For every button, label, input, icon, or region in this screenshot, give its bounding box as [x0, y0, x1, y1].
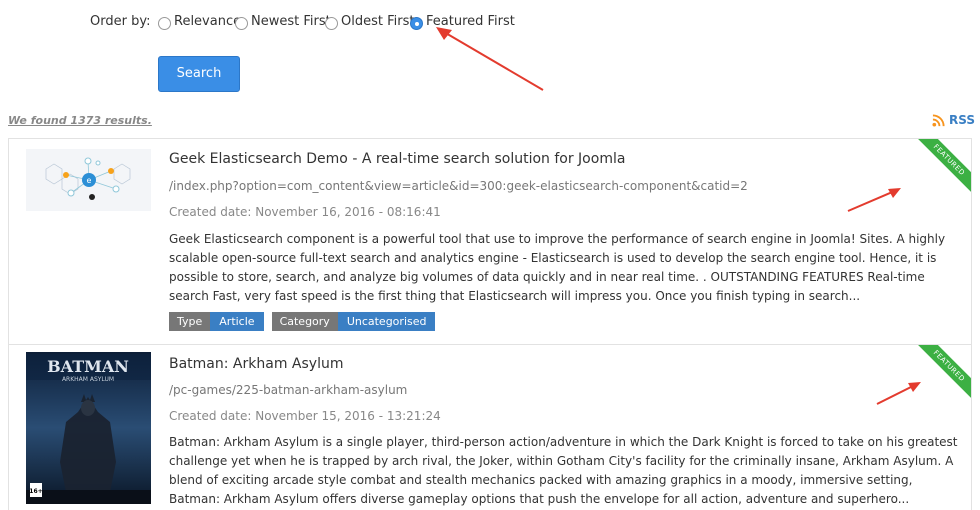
radio-relevance-label: Relevance: [174, 13, 242, 29]
tag-category-value: Uncategorised: [337, 312, 436, 331]
result-created-date: Created date: November 16, 2016 - 08:16:…: [169, 205, 441, 219]
tag-type-key: Type: [169, 312, 211, 331]
result-url: /pc-games/225-batman-arkham-asylum: [169, 383, 408, 397]
elasticsearch-diagram-icon: e: [26, 149, 151, 211]
results-list: e Geek Elasticsearch Demo - A real-time …: [8, 138, 972, 510]
radio-oldest[interactable]: Oldest First: [325, 12, 414, 30]
results-count: We found 1373 results.: [8, 114, 152, 127]
tag-type-value: Article: [210, 312, 264, 331]
tag-category[interactable]: Category Uncategorised: [271, 312, 436, 331]
result-item: BATMAN ARKHAM ASYLUM 16+ Batman: Arkham …: [8, 345, 972, 510]
result-thumbnail-batman[interactable]: BATMAN ARKHAM ASYLUM 16+: [26, 352, 151, 504]
annotation-arrow-featured-option: [436, 27, 544, 91]
radio-featured-circle[interactable]: [410, 17, 423, 30]
rss-icon: [932, 113, 945, 127]
radio-newest-label: Newest First: [251, 13, 331, 29]
result-item: e Geek Elasticsearch Demo - A real-time …: [8, 139, 972, 345]
cover-subtitle-text: ARKHAM ASYLUM: [62, 376, 114, 383]
result-description: Batman: Arkham Asylum is a single player…: [169, 435, 958, 506]
order-by-label: Order by:: [90, 14, 151, 29]
result-url: /index.php?option=com_content&view=artic…: [169, 179, 748, 193]
rss-label: RSS: [949, 113, 975, 127]
svg-text:e: e: [87, 176, 92, 185]
rss-link[interactable]: RSS: [932, 113, 975, 127]
cover-title-text: BATMAN: [47, 357, 129, 376]
radio-newest-circle[interactable]: [235, 17, 248, 30]
result-created-date: Created date: November 15, 2016 - 13:21:…: [169, 409, 441, 423]
featured-badge: FEATURED: [911, 139, 971, 199]
result-title[interactable]: Batman: Arkham Asylum: [169, 356, 343, 372]
annotation-arrow-featured-2: [876, 382, 921, 405]
result-tags: Type Article Category Uncategorised: [169, 312, 436, 331]
featured-ribbon: FEATURED: [911, 139, 971, 199]
batman-cover-image: BATMAN ARKHAM ASYLUM 16+: [26, 352, 151, 504]
search-button[interactable]: Search: [158, 56, 240, 92]
radio-relevance-circle[interactable]: [158, 17, 171, 30]
result-description: Geek Elasticsearch component is a powerf…: [169, 232, 946, 303]
result-thumbnail-elasticsearch[interactable]: e: [26, 149, 151, 211]
radio-relevance[interactable]: Relevance: [158, 12, 241, 30]
radio-oldest-label: Oldest First: [341, 13, 415, 29]
annotation-arrow-featured-1: [847, 188, 901, 212]
radio-oldest-circle[interactable]: [325, 17, 338, 30]
tag-category-key: Category: [271, 312, 338, 331]
result-title[interactable]: Geek Elasticsearch Demo - A real-time se…: [169, 151, 625, 167]
rating-text: 16+: [29, 488, 42, 495]
tag-type[interactable]: Type Article: [169, 312, 264, 331]
radio-newest[interactable]: Newest First: [235, 12, 331, 30]
